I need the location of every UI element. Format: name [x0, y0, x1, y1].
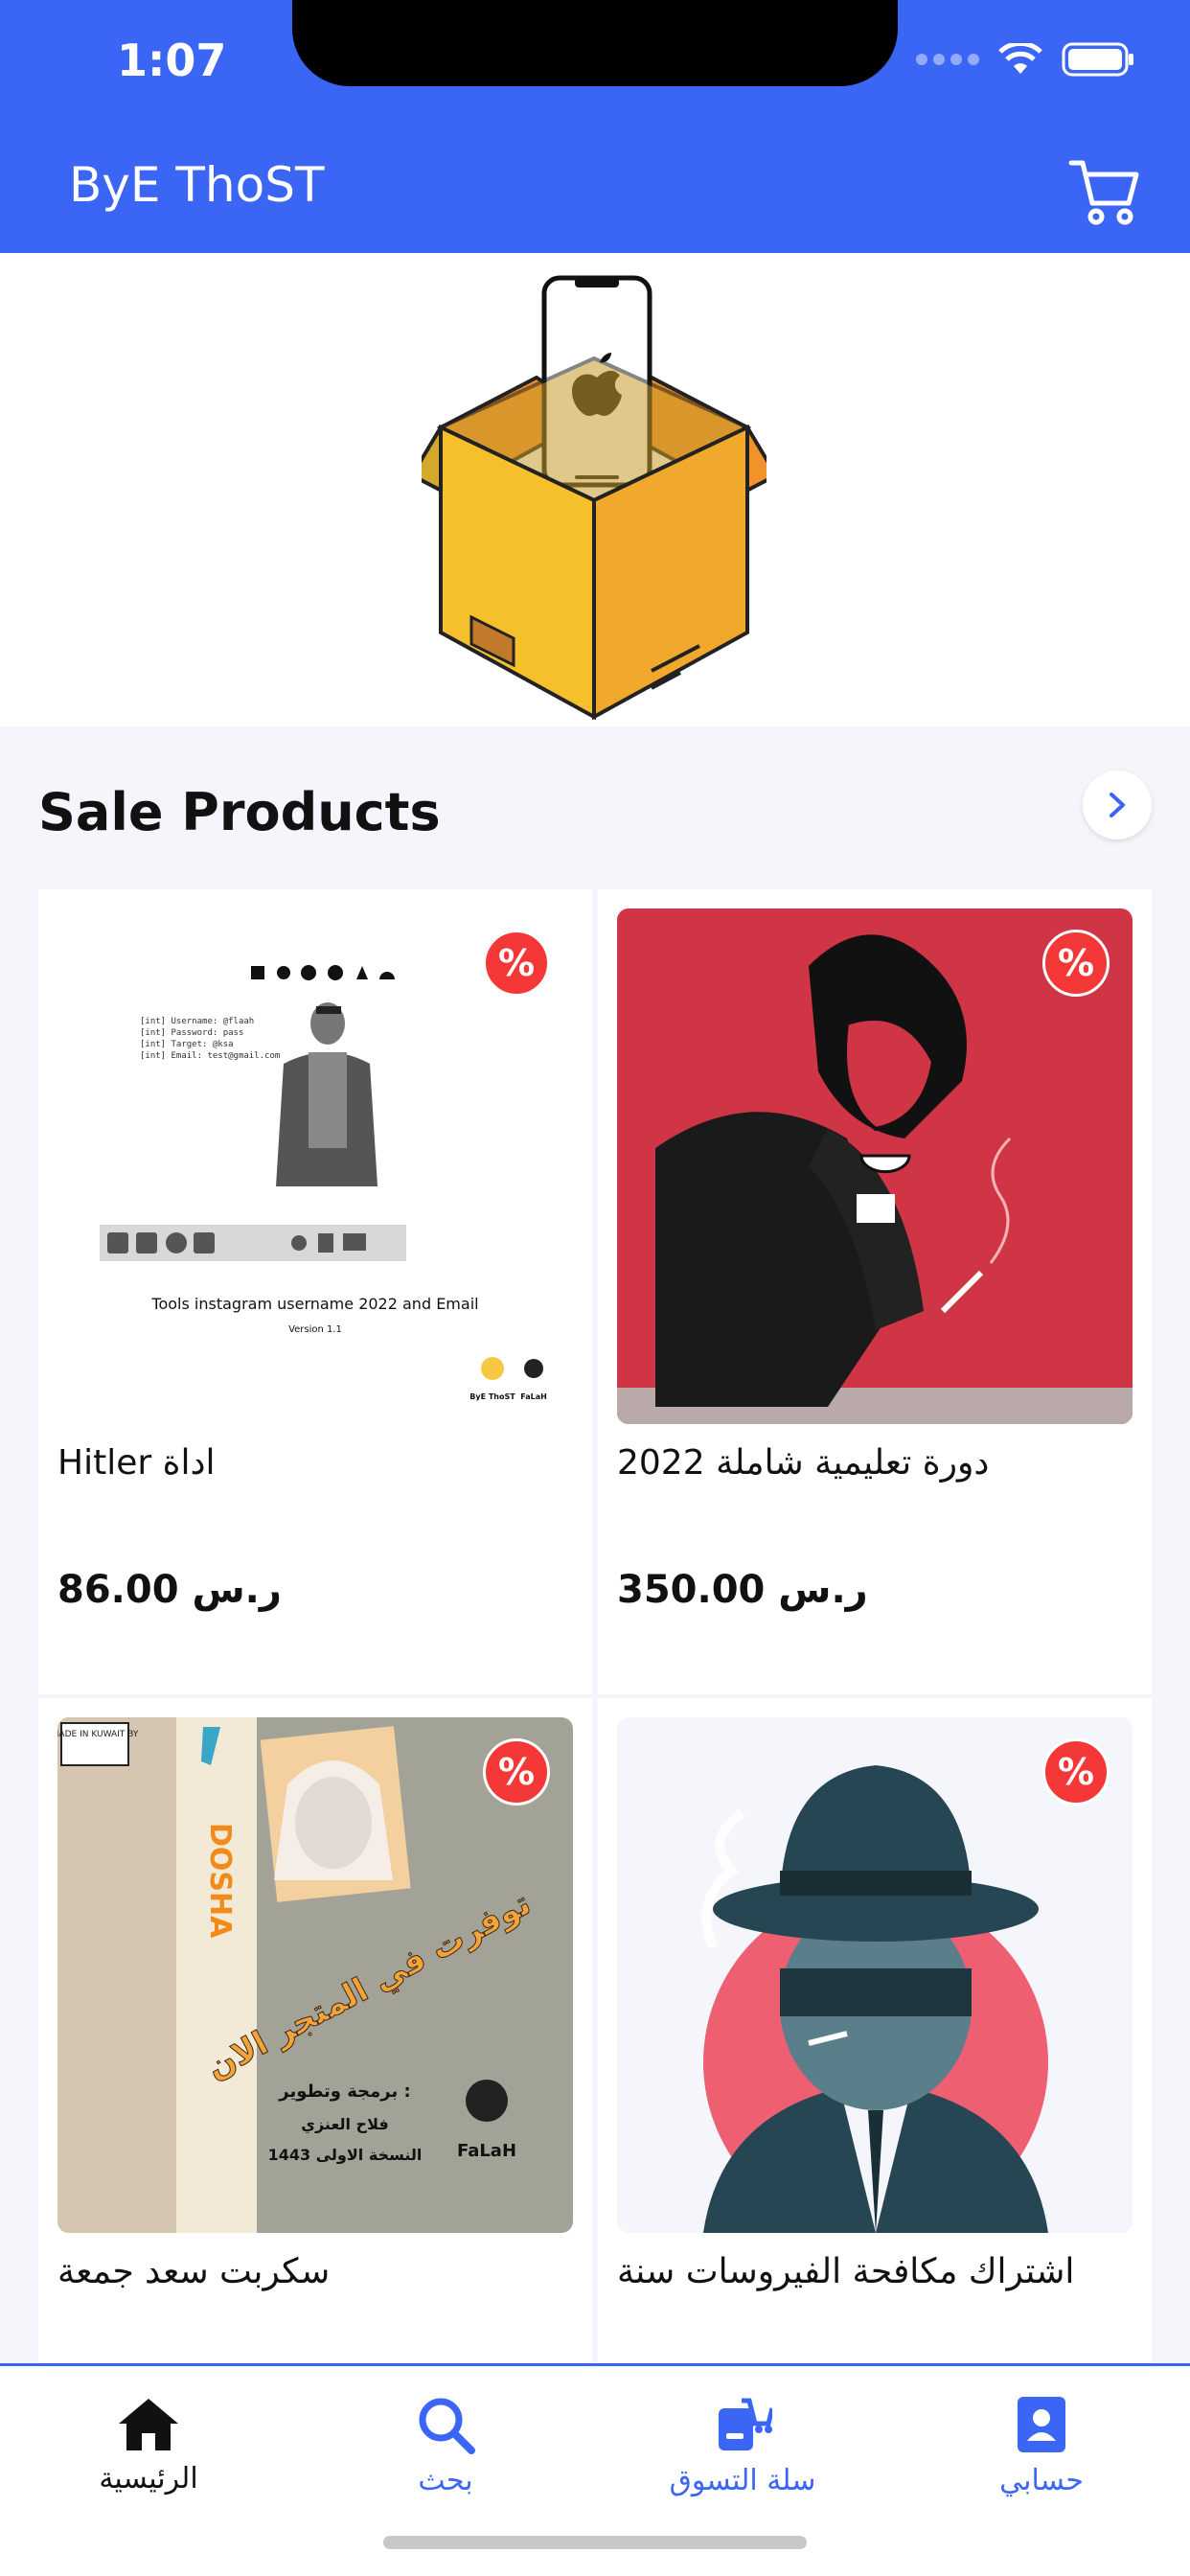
chevron-right-icon: [1110, 793, 1125, 817]
poster-label: MADE IN KUWAIT BY: [57, 1730, 139, 1739]
sale-products-section: Sale Products [int] Username: @flaah [in…: [0, 726, 1190, 2503]
sale-badge: %: [483, 930, 550, 997]
promo-banner[interactable]: [0, 253, 1190, 726]
signal-icon: [916, 54, 979, 65]
product-image: %: [617, 908, 1133, 1424]
product-card[interactable]: % دورة تعليمية شاملة 2022 350.00 ر.س: [598, 889, 1152, 1694]
status-time: 1:07: [117, 34, 227, 86]
terminal-line: [int] Target: @ksa: [140, 1040, 234, 1049]
cart-icon: [1068, 160, 1139, 225]
tab-account[interactable]: حسابي: [922, 2395, 1161, 2497]
product-name: دورة تعليمية شاملة 2022: [617, 1443, 990, 1483]
product-name: اشتراك مكافحة الفيروسات سنة: [617, 2252, 1075, 2291]
header-cart-button[interactable]: [1065, 153, 1142, 230]
app-header: 1:07 ByE ThoST: [0, 0, 1190, 253]
account-icon: [1018, 2397, 1065, 2452]
section-title: Sale Products: [38, 782, 441, 842]
terminal-line: [int] Username: @flaah: [140, 1017, 254, 1026]
box-phone-illustration: [422, 275, 767, 721]
image-logo: ByE ThoST: [469, 1392, 515, 1401]
poster-brand: DOSHA: [203, 1823, 237, 1939]
product-image: MADE IN KUWAIT BY DOSHA توفرت في المتجر …: [57, 1717, 573, 2233]
product-image: %: [617, 1717, 1133, 2233]
sale-badge: %: [1042, 930, 1110, 997]
product-image: [int] Username: @flaah [int] Password: p…: [57, 908, 573, 1424]
battery-icon: [1062, 42, 1133, 77]
product-name: سكربت سعد جمعة: [57, 2252, 331, 2291]
tab-label: سلة التسوق: [669, 2464, 816, 2497]
tab-home[interactable]: الرئيسية: [29, 2395, 268, 2496]
image-logo: FaLaH: [520, 1392, 547, 1401]
image-caption: Tools instagram username 2022 and Email: [150, 1295, 478, 1313]
poster-credit: النسخة الاولى 1443: [268, 2146, 423, 2164]
tab-cart[interactable]: سلة التسوق: [623, 2395, 862, 2497]
tab-search[interactable]: بحث: [326, 2395, 565, 2497]
tab-label: الرئيسية: [99, 2462, 198, 2496]
status-icons: [916, 42, 1134, 77]
sale-badge: %: [483, 1738, 550, 1806]
tab-label: بحث: [418, 2464, 473, 2497]
product-name: Hitler اداة: [57, 1443, 216, 1483]
product-price: 86.00 ر.س: [57, 1568, 282, 1612]
see-all-button[interactable]: [1083, 770, 1152, 840]
terminal-line: [int] Email: test@gmail.com: [140, 1051, 280, 1061]
poster-signature: FaLaH: [457, 2141, 516, 2161]
cart-icon: [719, 2398, 772, 2450]
wifi-icon: [998, 43, 1042, 74]
sale-badge: %: [1042, 1738, 1110, 1806]
product-card[interactable]: [int] Username: @flaah [int] Password: p…: [38, 889, 592, 1694]
device-notch: [292, 0, 898, 86]
app-title: ByE ThoST: [69, 157, 325, 213]
product-price: 350.00 ر.س: [617, 1568, 868, 1612]
home-indicator: [383, 2536, 807, 2549]
home-icon: [119, 2399, 178, 2450]
poster-credit: برمجة وتطوير :: [278, 2082, 410, 2102]
image-version: Version 1.1: [288, 1324, 342, 1335]
tab-label: حسابي: [999, 2464, 1084, 2497]
terminal-line: [int] Password: pass: [140, 1028, 243, 1038]
search-icon: [419, 2398, 475, 2454]
poster-credit: فلاح العنزي: [301, 2115, 388, 2134]
